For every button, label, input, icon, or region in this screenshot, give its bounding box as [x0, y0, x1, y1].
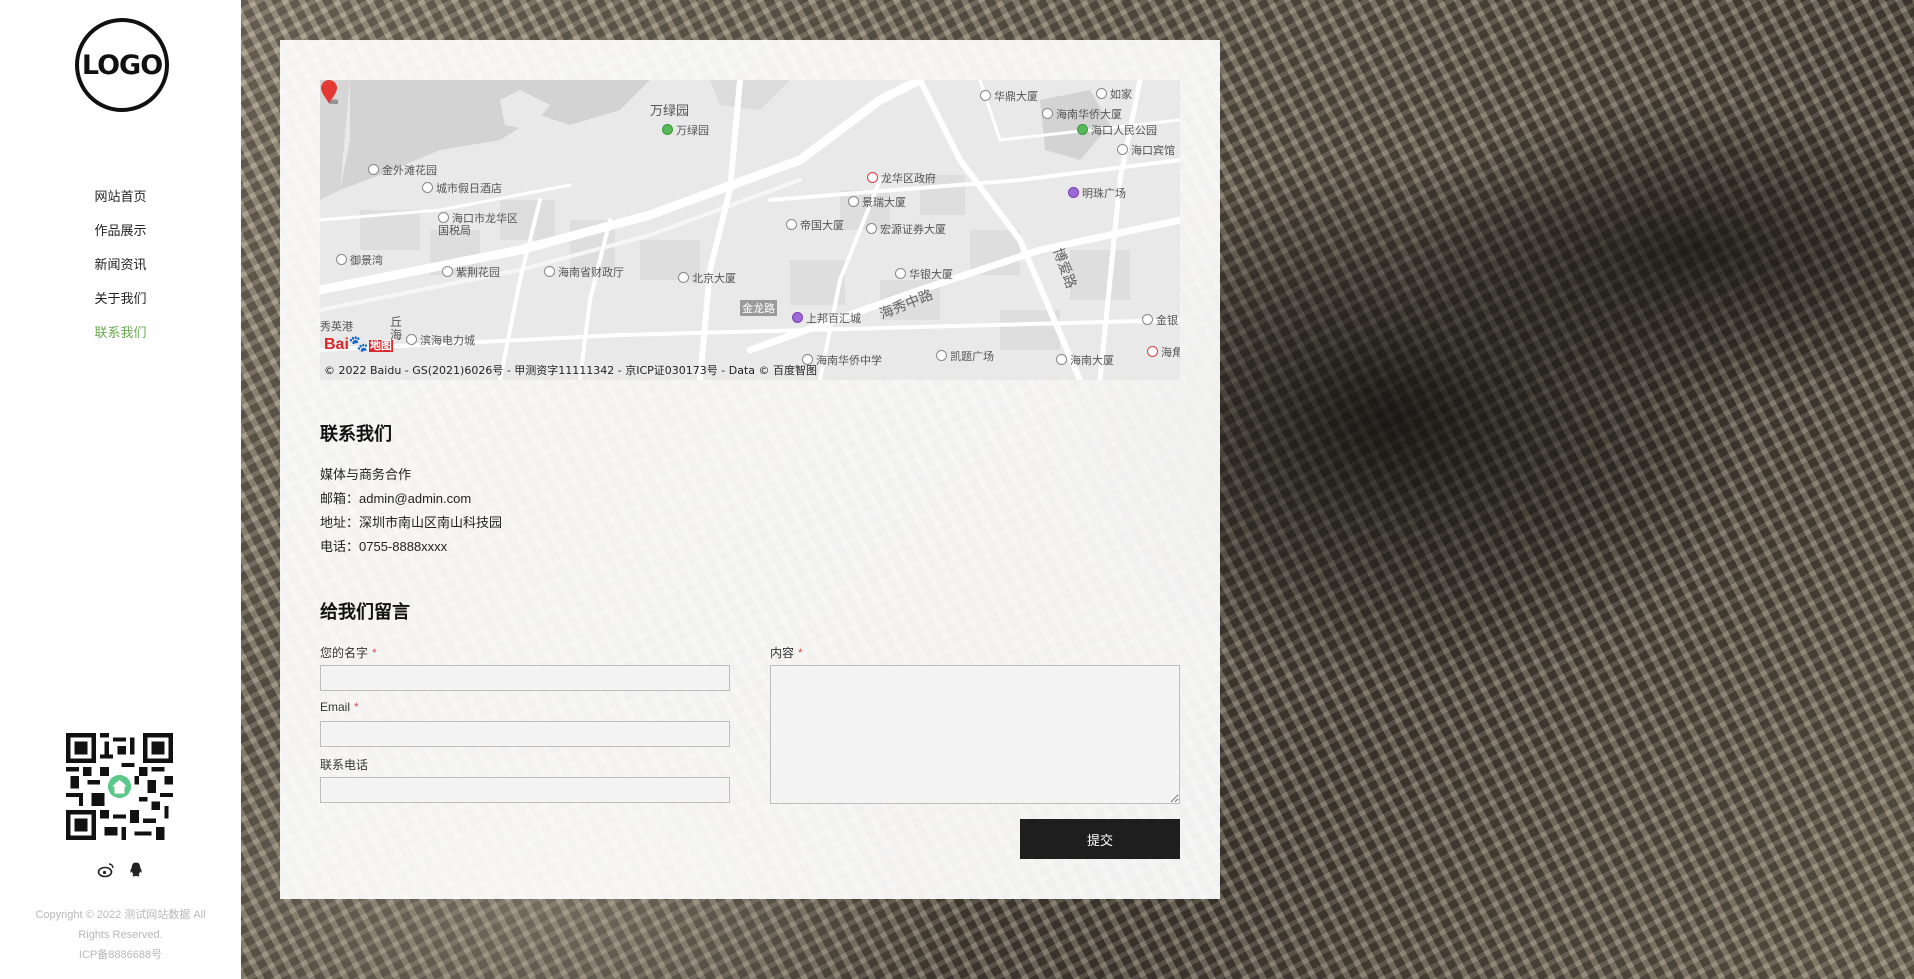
government-icon — [438, 212, 449, 223]
building-icon — [442, 266, 453, 277]
park-icon — [662, 124, 673, 135]
copyright-line: Copyright © 2022 测试网站数据 All — [35, 909, 206, 921]
map-poi[interactable]: 海角 — [1147, 344, 1180, 360]
map-poi[interactable]: 凯题广场 — [936, 348, 994, 364]
contact-subtitle: 媒体与商务合作 — [320, 467, 412, 482]
building-icon — [848, 196, 859, 207]
sidebar: LOGO 网站首页 作品展示 新闻资讯 关于我们 联系我们 Copyright … — [0, 0, 241, 979]
submit-button[interactable]: 提交 — [1020, 819, 1180, 859]
map-poi[interactable]: 秀英港 — [320, 318, 353, 334]
paw-icon: 🐾 — [348, 336, 369, 353]
map-poi[interactable]: 海南省财政厅 — [544, 264, 624, 280]
map-poi[interactable]: 滨海电力城 — [406, 332, 475, 348]
map-poi[interactable]: 明珠广场 — [1068, 185, 1126, 201]
email-input[interactable] — [320, 721, 730, 747]
map-poi[interactable]: 帝国大厦 — [786, 217, 844, 233]
map-poi[interactable]: 龙华区政府 — [867, 170, 936, 186]
map-poi[interactable]: 万绿园 — [650, 100, 689, 119]
map-poi[interactable]: 如家 — [1096, 86, 1132, 102]
contact-address: 地址：深圳市南山区南山科技园 — [320, 515, 503, 530]
qr-code-image — [66, 733, 173, 840]
map-poi[interactable]: 金银 — [1142, 312, 1178, 328]
nav-news[interactable]: 新闻资讯 — [0, 253, 241, 287]
location-marker-icon[interactable] — [320, 80, 338, 104]
building-icon — [936, 350, 947, 361]
map-poi[interactable]: 御景湾 — [336, 252, 383, 268]
map-poi[interactable]: 紫荆花园 — [442, 264, 500, 280]
map-copyright: © 2022 Baidu - GS(2021)6026号 - 甲测资字11111… — [324, 364, 818, 377]
content-label: 内容 * — [770, 646, 803, 660]
building-icon — [980, 90, 991, 101]
map-poi[interactable]: 金龙路 — [740, 300, 777, 316]
building-icon — [895, 268, 906, 279]
baidu-logo[interactable]: Bai🐾地图 — [324, 334, 393, 354]
map-poi[interactable]: 景瑞大厦 — [848, 194, 906, 210]
copyright-line: Rights Reserved. — [78, 929, 163, 941]
building-icon — [866, 223, 877, 234]
map-poi[interactable]: 华鼎大厦 — [980, 88, 1038, 104]
map-poi[interactable]: 北京大厦 — [678, 270, 736, 286]
copyright: Copyright © 2022 测试网站数据 All Rights Reser… — [10, 905, 231, 965]
baidu-map[interactable]: 万绿园 万绿园 华鼎大厦 如家 海南华侨大厦 海口人民公园 海口宾馆 金外滩花园… — [320, 80, 1180, 380]
phone-input[interactable] — [320, 777, 730, 803]
map-poi[interactable]: 城市假日酒店 — [422, 180, 502, 196]
building-icon — [678, 272, 689, 283]
weibo-icon[interactable] — [97, 861, 115, 879]
contact-email: 邮箱：admin@admin.com — [320, 491, 472, 506]
building-icon — [1042, 108, 1053, 119]
email-link[interactable]: admin@admin.com — [359, 491, 471, 506]
map-poi[interactable]: 上邦百汇城 — [792, 310, 861, 326]
map-poi[interactable]: 海南大厦 — [1056, 352, 1114, 368]
email-label: Email * — [320, 700, 359, 714]
building-icon — [422, 182, 433, 193]
map-poi[interactable]: 宏源证券大厦 — [866, 221, 946, 237]
map-poi[interactable]: 海南华侨大厦 — [1042, 106, 1122, 122]
map-poi[interactable]: 华银大厦 — [895, 266, 953, 282]
contact-panel: 万绿园 万绿园 华鼎大厦 如家 海南华侨大厦 海口人民公园 海口宾馆 金外滩花园… — [280, 40, 1220, 899]
shopping-icon — [792, 312, 803, 323]
social-links — [97, 861, 145, 879]
contact-title: 联系我们 — [320, 424, 392, 445]
content-textarea[interactable] — [770, 665, 1180, 804]
contact-phone: 电话：0755-8888xxxx — [320, 539, 448, 554]
logo[interactable]: LOGO — [75, 18, 169, 112]
nav-works[interactable]: 作品展示 — [0, 219, 241, 253]
shopping-icon — [1068, 187, 1079, 198]
phone-label: 联系电话 — [320, 758, 369, 772]
nav-home[interactable]: 网站首页 — [0, 185, 241, 219]
name-input[interactable] — [320, 665, 730, 691]
building-icon — [368, 164, 379, 175]
contact-info: 媒体与商务合作 邮箱：admin@admin.com 地址：深圳市南山区南山科技… — [320, 463, 502, 559]
nav-contact[interactable]: 联系我们 — [0, 321, 241, 355]
park-icon — [1077, 124, 1088, 135]
map-poi[interactable]: 海口人民公园 — [1077, 122, 1157, 138]
icp-number[interactable]: ICP备8886688号 — [10, 945, 231, 965]
building-icon — [786, 219, 797, 230]
qq-icon[interactable] — [127, 861, 145, 879]
building-icon — [336, 254, 347, 265]
building-icon — [1142, 314, 1153, 325]
map-poi[interactable]: 金外滩花园 — [368, 162, 437, 178]
government-icon — [867, 172, 878, 183]
main-nav: 网站首页 作品展示 新闻资讯 关于我们 联系我们 — [0, 185, 241, 355]
government-icon — [1147, 346, 1158, 357]
map-poi[interactable]: 海口宾馆 — [1117, 142, 1175, 158]
map-poi[interactable]: 万绿园 — [662, 122, 709, 138]
building-icon — [1117, 144, 1128, 155]
map-poi[interactable]: 海口市龙华区国税局 — [438, 212, 518, 237]
government-icon — [544, 266, 555, 277]
building-icon — [1096, 88, 1107, 99]
nav-about[interactable]: 关于我们 — [0, 287, 241, 321]
form-title: 给我们留言 — [320, 602, 410, 623]
building-icon — [1056, 354, 1067, 365]
building-icon — [406, 334, 417, 345]
name-label: 您的名字 * — [320, 646, 377, 660]
